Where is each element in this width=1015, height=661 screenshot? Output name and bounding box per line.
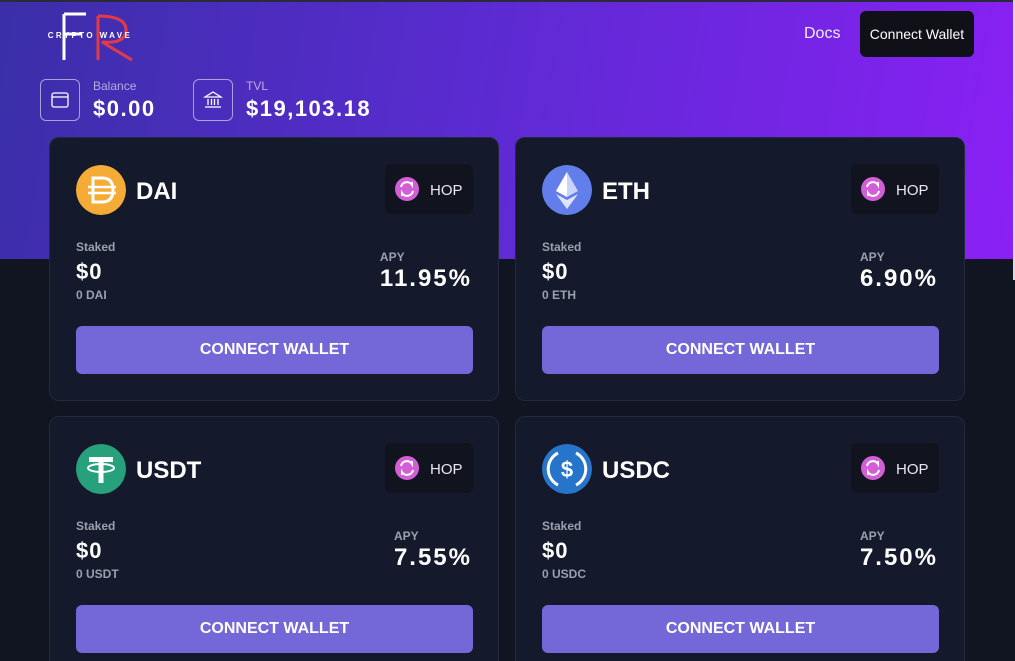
card-connect-wallet-button[interactable]: CONNECT WALLET xyxy=(542,326,939,374)
staked-value: $0 xyxy=(542,538,569,563)
balance-stat: Balance $0.00 xyxy=(40,79,170,121)
apy-value: 7.55% xyxy=(393,544,472,571)
apy-label: APY xyxy=(859,250,885,264)
tvl-value: $19,103.18 xyxy=(246,96,372,121)
apy-value: 11.95% xyxy=(379,265,472,292)
token-name: USDT xyxy=(136,457,202,484)
apy-block: APY 11.95% xyxy=(380,250,472,293)
token-name: ETH xyxy=(602,178,650,205)
apy-value: 7.50% xyxy=(859,544,938,571)
hop-badge[interactable]: HOP xyxy=(385,164,473,214)
staked-value: $0 xyxy=(76,259,103,284)
hop-icon xyxy=(861,177,885,201)
wallet-icon xyxy=(40,79,80,121)
staked-amount: 0 USDT xyxy=(76,567,119,581)
staked-value: $0 xyxy=(76,538,103,563)
usdc-icon: $ xyxy=(542,444,592,494)
staked-label: Staked xyxy=(542,240,582,254)
staked-value: $0 xyxy=(542,259,569,284)
hop-label: HOP xyxy=(896,182,929,199)
tvl-stat: TVL $19,103.18 xyxy=(193,79,393,121)
hop-badge[interactable]: HOP xyxy=(385,443,473,493)
token-name: DAI xyxy=(136,178,178,205)
pool-card-usdt: USDT HOP Staked $0 0 USDT APY 7.55% CONN… xyxy=(49,416,499,661)
eth-icon xyxy=(542,165,592,215)
bank-icon xyxy=(193,79,233,121)
hop-label: HOP xyxy=(430,461,463,478)
apy-label: APY xyxy=(393,529,419,543)
staked-label: Staked xyxy=(542,519,582,533)
staked-label: Staked xyxy=(76,240,116,254)
apy-block: APY 7.50% xyxy=(860,529,938,572)
docs-link[interactable]: Docs xyxy=(804,25,840,43)
logo[interactable]: CRYPTO WAVE xyxy=(40,12,140,62)
staked-amount: 0 ETH xyxy=(542,288,577,302)
pool-card-eth: ETH HOP Staked $0 0 ETH APY 6.90% CONNEC… xyxy=(515,137,965,401)
staked-amount: 0 USDC xyxy=(542,567,587,581)
hop-badge[interactable]: HOP xyxy=(851,164,939,214)
token-name: USDC xyxy=(602,457,671,484)
card-connect-wallet-button[interactable]: CONNECT WALLET xyxy=(76,605,473,653)
hop-label: HOP xyxy=(430,182,463,199)
apy-label: APY xyxy=(379,250,405,264)
balance-value: $0.00 xyxy=(93,96,156,121)
pool-card-usdc: $ USDC HOP Staked $0 0 USDC APY 7.50% CO… xyxy=(515,416,965,661)
usdt-icon xyxy=(76,444,126,494)
tvl-label: TVL xyxy=(246,79,269,93)
staked-amount: 0 DAI xyxy=(76,288,107,302)
apy-value: 6.90% xyxy=(859,265,938,292)
hop-badge[interactable]: HOP xyxy=(851,443,939,493)
balance-label: Balance xyxy=(93,79,137,93)
card-connect-wallet-button[interactable]: CONNECT WALLET xyxy=(76,326,473,374)
logo-text: CRYPTO WAVE xyxy=(47,31,133,40)
apy-block: APY 6.90% xyxy=(860,250,938,293)
card-connect-wallet-button[interactable]: CONNECT WALLET xyxy=(542,605,939,653)
dai-icon xyxy=(76,165,126,215)
svg-text:$: $ xyxy=(561,457,573,482)
pool-card-dai: DAI HOP Staked $0 0 DAI APY 11.95% CONNE… xyxy=(49,137,499,401)
hop-label: HOP xyxy=(896,461,929,478)
hop-icon xyxy=(395,177,419,201)
hop-icon xyxy=(861,456,885,480)
staked-label: Staked xyxy=(76,519,116,533)
connect-wallet-button[interactable]: Connect Wallet xyxy=(860,11,974,57)
apy-label: APY xyxy=(859,529,885,543)
apy-block: APY 7.55% xyxy=(394,529,472,572)
hop-icon xyxy=(395,456,419,480)
